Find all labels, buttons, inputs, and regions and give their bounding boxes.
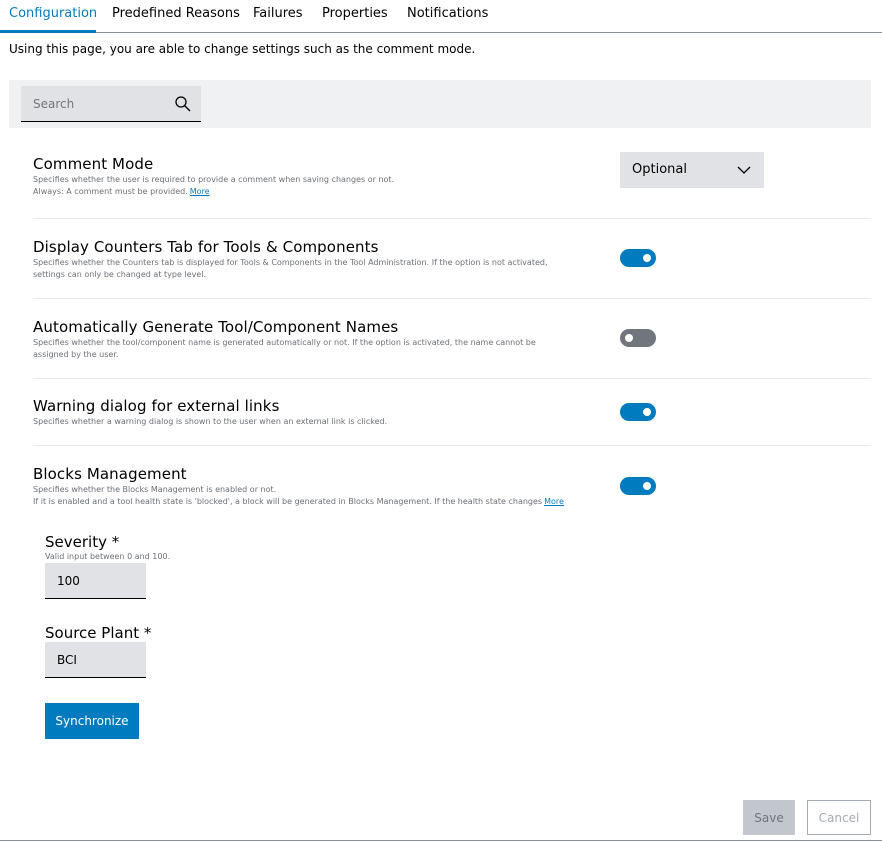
setting-description: Specifies whether the Counters tab is di… [33, 257, 873, 281]
warning-dialog-toggle[interactable] [620, 403, 656, 421]
setting-warning-dialog: Warning dialog for external links Specif… [33, 397, 873, 428]
comment-mode-dropdown[interactable]: Optional [620, 152, 764, 188]
description-line: If it is enabled and a tool health state… [33, 496, 873, 508]
setting-blocks-management: Blocks Management Specifies whether the … [33, 465, 873, 508]
description-text: If it is enabled and a tool health state… [33, 497, 543, 506]
setting-display-counters-tab: Display Counters Tab for Tools & Compone… [33, 238, 873, 281]
severity-input[interactable] [45, 563, 146, 599]
source-plant-label: Source Plant * [45, 624, 152, 642]
cancel-button[interactable]: Cancel [807, 800, 871, 835]
setting-title: Warning dialog for external links [33, 397, 280, 415]
synchronize-button[interactable]: Synchronize [45, 703, 139, 739]
toggle-knob [643, 408, 651, 416]
description-line: Specifies whether the Blocks Management … [33, 485, 277, 494]
source-plant-field: Source Plant * [45, 624, 151, 642]
setting-description: Specifies whether the tool/component nam… [33, 337, 873, 361]
search-toolbar [9, 80, 871, 128]
description-line: Specifies whether the tool/component nam… [33, 338, 536, 347]
page-description: Using this page, you are able to change … [9, 42, 476, 56]
counters-tab-toggle[interactable] [620, 249, 656, 267]
tab-predefined-reasons[interactable]: Predefined Reasons [112, 6, 240, 21]
divider [33, 378, 871, 379]
severity-hint: Valid input between 0 and 100. [45, 552, 171, 561]
setting-title: Automatically Generate Tool/Component Na… [33, 318, 399, 336]
toggle-knob [625, 334, 633, 342]
active-tab-indicator [0, 30, 96, 33]
severity-label: Severity * [45, 533, 120, 551]
search-input[interactable] [21, 86, 161, 121]
save-button[interactable]: Save [743, 800, 795, 835]
setting-title: Blocks Management [33, 465, 187, 483]
toggle-knob [643, 482, 651, 490]
description-line: settings can only be changed at type lev… [33, 270, 206, 279]
more-link[interactable]: More [190, 187, 210, 196]
tab-bar: Configuration Predefined Reasons Failure… [0, 0, 882, 33]
source-plant-input[interactable] [45, 642, 146, 678]
setting-description: Specifies whether the Blocks Management … [33, 484, 873, 508]
severity-field: Severity * Valid input between 0 and 100… [45, 533, 170, 561]
blocks-management-toggle[interactable] [620, 477, 656, 495]
setting-auto-generate-names: Automatically Generate Tool/Component Na… [33, 318, 873, 361]
setting-title: Display Counters Tab for Tools & Compone… [33, 238, 379, 256]
divider [33, 218, 871, 219]
description-line: Specifies whether the Counters tab is di… [33, 258, 548, 267]
description-line: Specifies whether a warning dialog is sh… [33, 417, 388, 426]
tab-configuration[interactable]: Configuration [9, 6, 97, 21]
tab-failures[interactable]: Failures [253, 6, 303, 21]
description-line: assigned by the user. [33, 350, 119, 359]
tab-properties[interactable]: Properties [322, 6, 388, 21]
auto-names-toggle[interactable] [620, 329, 656, 347]
toggle-knob [643, 254, 651, 262]
dropdown-selected-value: Optional [632, 162, 687, 177]
setting-description: Specifies whether a warning dialog is sh… [33, 416, 873, 428]
chevron-down-icon [737, 166, 751, 174]
footer-divider [0, 840, 882, 841]
search-field [21, 86, 201, 122]
divider [33, 445, 871, 446]
divider [33, 298, 871, 299]
description-text: Always: A comment must be provided. [33, 187, 188, 196]
search-icon[interactable] [174, 95, 192, 113]
more-link[interactable]: More [544, 497, 564, 506]
tab-notifications[interactable]: Notifications [407, 6, 488, 21]
